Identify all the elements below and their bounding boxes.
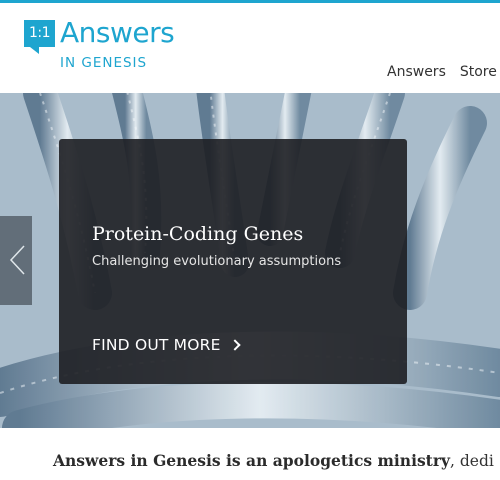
- hero-carousel: Protein-Coding Genes Challenging evoluti…: [0, 93, 500, 428]
- logo-wordmark: Answers: [60, 16, 175, 49]
- chevron-left-icon: [9, 245, 25, 275]
- find-out-more-label: FIND OUT MORE: [92, 336, 221, 354]
- site-header: 1:1 Answers IN GENESIS Answers Store: [0, 3, 500, 93]
- nav-item-store[interactable]: Store: [460, 64, 497, 80]
- mission-bold: Answers in Genesis is an apologetics min…: [53, 451, 451, 470]
- logo-subtitle: IN GENESIS: [60, 55, 148, 71]
- site-logo[interactable]: 1:1 Answers IN GENESIS: [24, 16, 194, 80]
- find-out-more-link[interactable]: FIND OUT MORE: [92, 336, 241, 354]
- mission-rest: , dedi: [450, 452, 494, 470]
- nav-item-answers[interactable]: Answers: [387, 64, 446, 80]
- hero-subtitle: Challenging evolutionary assumptions: [92, 254, 342, 269]
- chevron-right-icon: [228, 339, 241, 351]
- logo-badge: 1:1: [24, 20, 55, 47]
- carousel-prev-button[interactable]: [0, 216, 32, 305]
- mission-statement: Answers in Genesis is an apologetics min…: [53, 451, 494, 470]
- logo-speech-tail: [30, 47, 39, 54]
- main-nav: Answers Store: [387, 64, 497, 80]
- hero-title: Protein-Coding Genes: [92, 223, 304, 245]
- hero-card: Protein-Coding Genes Challenging evoluti…: [59, 139, 407, 384]
